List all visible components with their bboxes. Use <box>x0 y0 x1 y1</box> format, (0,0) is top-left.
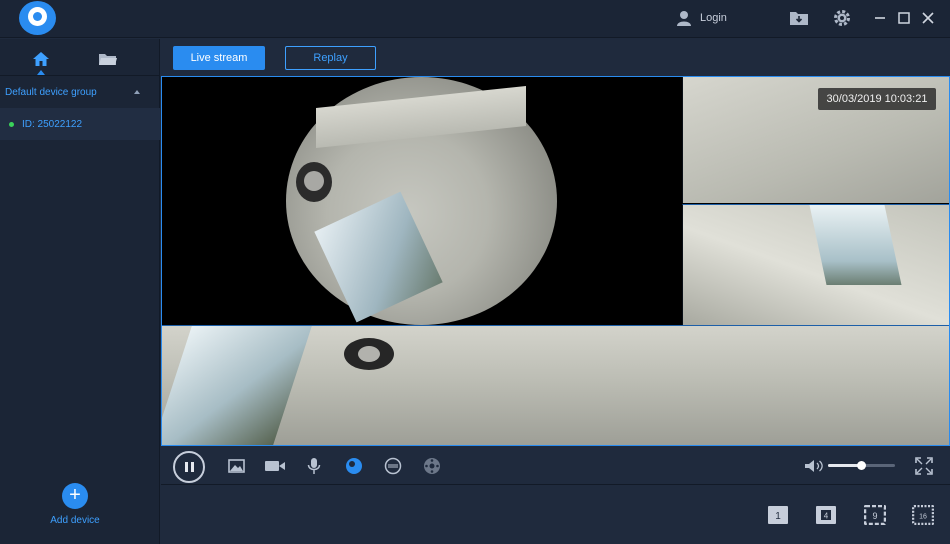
pause-button[interactable] <box>173 451 205 483</box>
sidebar-tabs <box>0 39 160 76</box>
replay-button[interactable]: Replay <box>285 46 376 70</box>
device-group-label: Default device group <box>5 86 97 98</box>
download-folder-icon[interactable] <box>789 8 809 28</box>
volume-level-fill <box>828 464 859 467</box>
microphone-icon[interactable] <box>306 455 322 477</box>
title-bar: Login <box>0 0 950 38</box>
login-label: Login <box>700 12 727 24</box>
folder-icon <box>99 54 117 65</box>
video-timestamp: 30/03/2019 10:03:21 <box>818 88 936 110</box>
video-panel[interactable]: 30/03/2019 10:03:21 <box>161 76 950 446</box>
panorama-lamp <box>344 338 394 370</box>
dewarp-window <box>809 205 902 285</box>
layout-16-button[interactable]: 16 <box>911 503 935 527</box>
device-id-label: ID: 25022122 <box>22 118 83 130</box>
app-logo-icon <box>19 1 56 35</box>
login-button[interactable]: Login <box>676 8 727 28</box>
fisheye-ceiling <box>316 85 526 149</box>
snapshot-icon[interactable] <box>227 455 245 477</box>
fisheye-lamp <box>296 162 332 202</box>
add-icon: + <box>62 483 88 509</box>
fisheye-mode-icon[interactable] <box>344 455 364 477</box>
fisheye-window <box>314 191 443 323</box>
user-icon <box>677 11 691 26</box>
collapse-caret-icon[interactable] <box>134 90 140 94</box>
panorama-window <box>162 326 312 445</box>
panorama-view[interactable] <box>162 325 949 445</box>
layout-9-label: 9 <box>872 511 877 521</box>
add-device-label: Add device <box>50 515 100 526</box>
active-tab-indicator <box>37 70 45 75</box>
close-icon[interactable] <box>918 8 938 28</box>
layout-9-button[interactable]: 9 <box>863 503 887 527</box>
record-video-icon[interactable] <box>264 455 286 477</box>
fisheye-image <box>286 77 557 325</box>
ptz-control-icon[interactable] <box>422 455 442 477</box>
device-list-item[interactable]: ID: 25022122 <box>0 108 160 140</box>
layout-4-button[interactable]: 4 <box>814 503 838 527</box>
playback-controls <box>161 447 950 485</box>
layout-1-label: 1 <box>775 511 781 522</box>
add-device-button[interactable]: + Add device <box>48 483 102 526</box>
folder-tab[interactable] <box>96 49 120 69</box>
fullscreen-icon[interactable] <box>914 455 934 477</box>
home-icon <box>33 52 49 66</box>
sidebar: Default device group ID: 25022122 + Add … <box>0 39 160 544</box>
maximize-icon[interactable] <box>894 8 914 28</box>
gear-icon[interactable] <box>832 8 852 28</box>
app-window: Login Default device group ID: 25022122 … <box>0 0 950 544</box>
home-tab[interactable] <box>29 49 53 69</box>
layout-1-button[interactable]: 1 <box>766 503 790 527</box>
layout-16-label: 16 <box>919 514 927 521</box>
pause-icon <box>184 462 194 472</box>
volume-icon[interactable] <box>804 455 824 477</box>
device-group-row[interactable]: Default device group <box>0 77 160 107</box>
live-stream-button[interactable]: Live stream <box>173 46 265 70</box>
fisheye-view[interactable] <box>162 77 682 325</box>
minimize-icon[interactable] <box>870 8 890 28</box>
layout-4-label: 4 <box>824 512 829 521</box>
dewarp-view-middle-right[interactable] <box>682 204 949 325</box>
volume-slider-handle[interactable] <box>857 461 866 470</box>
online-status-dot <box>9 121 14 127</box>
rotate-180-icon[interactable] <box>383 455 403 477</box>
